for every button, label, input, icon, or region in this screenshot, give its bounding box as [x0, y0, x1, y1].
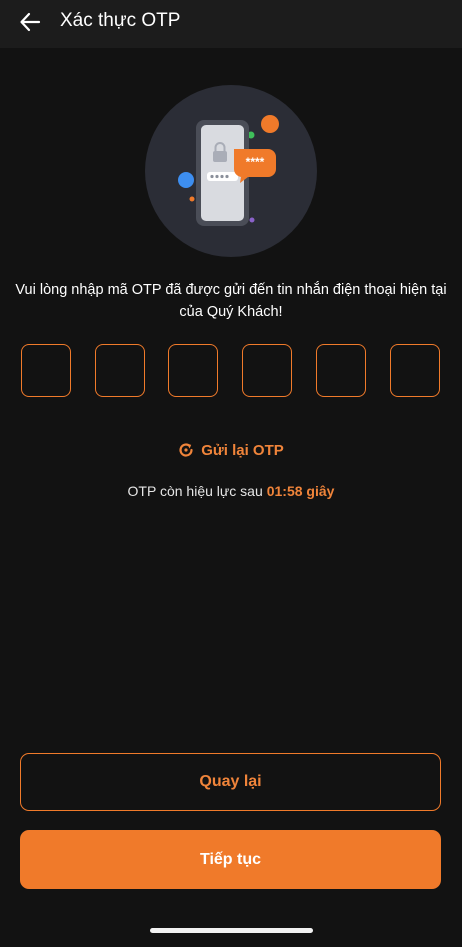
continue-label: Tiếp tục	[199, 850, 262, 868]
otp-instruction-text: Vui lòng nhập mã OTP đã được gửi đến tin…	[15, 282, 447, 320]
page-title: Xác thực OTP	[60, 10, 181, 31]
otp-input-group	[0, 344, 462, 400]
timer-countdown: 01:58 giây	[266, 483, 335, 499]
otp-phone-illustration: ****	[145, 85, 317, 257]
resend-otp-label: Gửi lại OTP	[201, 441, 284, 459]
back-button[interactable]	[12, 4, 48, 40]
otp-digit-2[interactable]	[95, 344, 145, 397]
top-bar: Xác thực OTP	[0, 0, 462, 48]
home-indicator[interactable]	[150, 928, 313, 933]
refresh-icon	[179, 443, 193, 457]
otp-digit-5[interactable]	[316, 344, 366, 397]
otp-digit-4[interactable]	[242, 344, 292, 397]
otp-digit-1[interactable]	[21, 344, 71, 397]
resend-otp-button[interactable]: Gửi lại OTP	[0, 438, 462, 462]
otp-timer: OTP còn hiệu lực sau 01:58 giây	[0, 483, 462, 499]
back-action-button[interactable]: Quay lại	[20, 753, 441, 811]
continue-button[interactable]: Tiếp tục	[20, 830, 441, 889]
back-action-label: Quay lại	[199, 773, 262, 790]
otp-digit-6[interactable]	[390, 344, 440, 397]
timer-prefix: OTP còn hiệu lực sau	[127, 483, 263, 499]
bubble-text: ****	[246, 155, 265, 169]
back-arrow-icon	[20, 12, 41, 32]
otp-digit-3[interactable]	[168, 344, 218, 397]
